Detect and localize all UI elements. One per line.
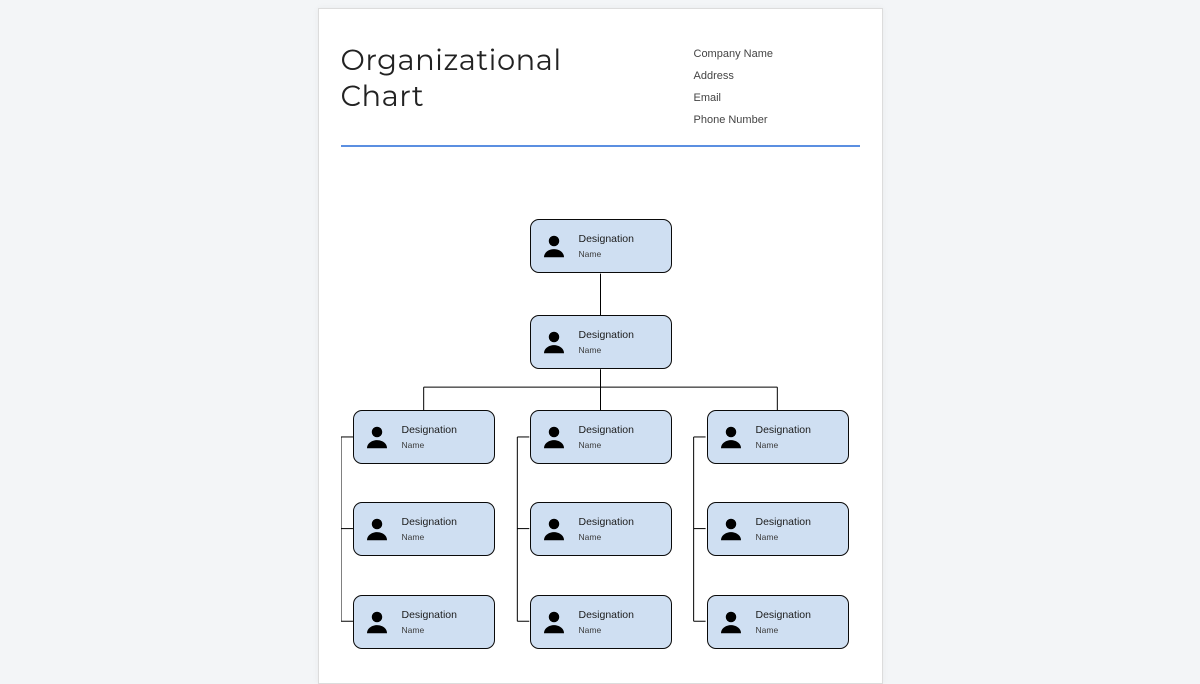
org-node-name: Name xyxy=(402,440,457,450)
person-icon xyxy=(539,231,569,261)
person-icon xyxy=(362,514,392,544)
title-line-2: Chart xyxy=(341,79,425,114)
header-divider xyxy=(341,145,860,147)
org-node-designation: Designation xyxy=(756,424,811,437)
org-chart: Designation Name Designation Name Design… xyxy=(341,155,860,684)
document-page: Organizational Chart Company Name Addres… xyxy=(318,8,883,684)
org-node-designation: Designation xyxy=(579,329,634,342)
org-node-name: Name xyxy=(756,440,811,450)
company-phone: Phone Number xyxy=(694,109,854,131)
org-node-designation: Designation xyxy=(756,516,811,529)
title-line-1: Organizational xyxy=(341,43,562,78)
org-node-name: Name xyxy=(579,440,634,450)
org-node-designation: Designation xyxy=(579,424,634,437)
header: Organizational Chart Company Name Addres… xyxy=(341,37,860,145)
org-node-col1-r1: Designation Name xyxy=(353,410,495,464)
org-node-col3-r1: Designation Name xyxy=(707,410,849,464)
org-node-col2-r2: Designation Name xyxy=(530,502,672,556)
org-node-col3-r2: Designation Name xyxy=(707,502,849,556)
org-node-designation: Designation xyxy=(579,609,634,622)
org-node-name: Name xyxy=(579,345,634,355)
person-icon xyxy=(362,422,392,452)
company-name: Company Name xyxy=(694,43,854,65)
org-node-name: Name xyxy=(402,625,457,635)
person-icon xyxy=(539,422,569,452)
company-email: Email xyxy=(694,87,854,109)
person-icon xyxy=(716,607,746,637)
person-icon xyxy=(716,514,746,544)
person-icon xyxy=(362,607,392,637)
org-node-name: Name xyxy=(756,532,811,542)
org-node-mid: Designation Name xyxy=(530,315,672,369)
org-node-designation: Designation xyxy=(402,424,457,437)
org-node-name: Name xyxy=(579,625,634,635)
org-node-col2-r1: Designation Name xyxy=(530,410,672,464)
company-meta: Company Name Address Email Phone Number xyxy=(694,37,860,131)
person-icon xyxy=(539,514,569,544)
org-node-designation: Designation xyxy=(579,516,634,529)
org-node-col1-r3: Designation Name xyxy=(353,595,495,649)
person-icon xyxy=(539,327,569,357)
org-node-name: Name xyxy=(756,625,811,635)
page-title: Organizational Chart xyxy=(341,43,562,116)
org-node-col3-r3: Designation Name xyxy=(707,595,849,649)
org-node-col1-r2: Designation Name xyxy=(353,502,495,556)
company-address: Address xyxy=(694,65,854,87)
org-node-col2-r3: Designation Name xyxy=(530,595,672,649)
org-node-name: Name xyxy=(402,532,457,542)
org-node-designation: Designation xyxy=(402,609,457,622)
org-node-top: Designation Name xyxy=(530,219,672,273)
org-node-designation: Designation xyxy=(579,233,634,246)
org-node-designation: Designation xyxy=(402,516,457,529)
org-node-name: Name xyxy=(579,249,634,259)
person-icon xyxy=(539,607,569,637)
person-icon xyxy=(716,422,746,452)
org-node-designation: Designation xyxy=(756,609,811,622)
org-node-name: Name xyxy=(579,532,634,542)
